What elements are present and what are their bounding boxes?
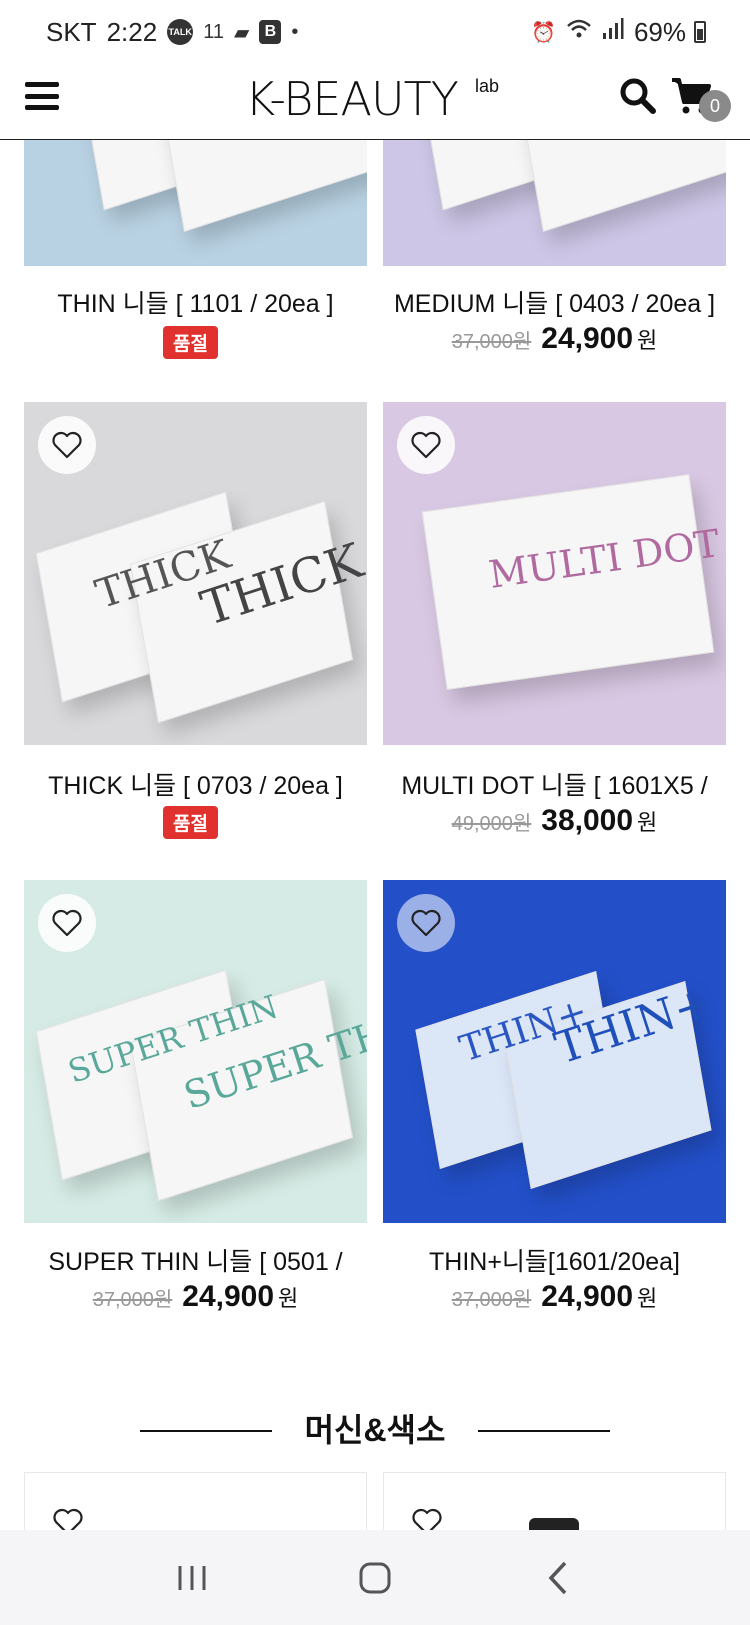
currency-unit: 원 — [637, 1286, 658, 1311]
original-price: 37,000원 — [451, 1289, 532, 1311]
search-icon[interactable] — [618, 76, 658, 116]
system-nav-bar — [0, 1530, 750, 1625]
carrier-label: SKT — [46, 16, 97, 47]
original-price: 49,000원 — [451, 813, 532, 835]
currency-unit: 원 — [637, 328, 658, 353]
wishlist-heart-icon[interactable] — [38, 416, 96, 474]
dot-icon: • — [291, 20, 299, 43]
product-image[interactable]: THICK THICK — [24, 402, 367, 745]
wishlist-heart-icon[interactable] — [398, 1493, 456, 1530]
product-image[interactable]: THIN+ THIN+ — [383, 880, 726, 1223]
product-image[interactable] — [383, 140, 726, 266]
sale-price: 24,900 — [541, 322, 634, 355]
wishlist-heart-icon[interactable] — [39, 1493, 97, 1530]
status-bar: SKT 2:22 TALK 11 ▰ B • ⏰ 69% — [0, 0, 750, 64]
site-logo[interactable]: K-BEAUTY — [245, 72, 459, 126]
battery-label: 69% — [633, 16, 686, 47]
product-name[interactable]: MULTI DOT 니들 [ 1601X5 / — [383, 766, 726, 802]
cart-count-badge: 0 — [699, 90, 731, 122]
wishlist-heart-icon[interactable] — [397, 894, 455, 952]
status-left: SKT 2:22 TALK 11 ▰ B • — [46, 17, 298, 48]
wishlist-heart-icon[interactable] — [38, 894, 96, 952]
wifi-icon — [566, 18, 592, 46]
site-header: K-BEAUTY lab 0 — [0, 64, 750, 140]
signal-icon — [602, 18, 624, 46]
price-row: 37,000원 24,900 원 — [383, 322, 726, 356]
price-row: 37,000원 24,900 원 — [24, 1280, 367, 1314]
product-name[interactable]: THIN 니들 [ 1101 / 20ea ] — [24, 284, 367, 320]
site-logo-sup: lab — [475, 76, 500, 96]
alarm-icon: ⏰ — [531, 21, 556, 44]
product-image[interactable] — [24, 140, 367, 266]
wallet-icon: ▰ — [233, 21, 250, 44]
home-icon[interactable] — [345, 1548, 405, 1608]
blog-icon: B — [259, 20, 282, 44]
original-price: 37,000원 — [451, 331, 532, 353]
sale-price: 38,000 — [541, 804, 634, 837]
status-right: ⏰ 69% — [531, 17, 706, 48]
kakaotalk-icon: TALK — [167, 19, 194, 45]
eleven-street-icon: 11 — [203, 20, 224, 43]
product-name[interactable]: THIN+니들[1601/20ea] — [383, 1242, 726, 1278]
price-row: 37,000원 24,900 원 — [383, 1280, 726, 1314]
menu-icon[interactable] — [25, 82, 59, 110]
currency-unit: 원 — [637, 810, 658, 835]
product-name[interactable]: SUPER THIN 니들 [ 0501 / — [24, 1242, 367, 1278]
back-icon[interactable] — [528, 1548, 588, 1608]
product-card[interactable] — [24, 1472, 367, 1530]
soldout-badge: 품절 — [163, 806, 218, 839]
price-row: 49,000원 38,000 원 — [383, 804, 726, 838]
currency-unit: 원 — [278, 1286, 299, 1311]
battery-indicator: 69% — [634, 17, 706, 48]
sale-price: 24,900 — [541, 1280, 634, 1313]
soldout-badge: 품절 — [163, 326, 218, 359]
recent-apps-icon[interactable] — [162, 1548, 222, 1608]
product-image[interactable] — [529, 1518, 579, 1530]
section-title: 머신&색소 — [304, 1412, 446, 1448]
section-divider-right — [478, 1430, 610, 1432]
time-label: 2:22 — [106, 16, 158, 47]
product-image[interactable]: SUPER THIN SUPER THIN — [24, 880, 367, 1223]
sale-price: 24,900 — [182, 1280, 275, 1313]
wishlist-heart-icon[interactable] — [397, 416, 455, 474]
product-name[interactable]: MEDIUM 니들 [ 0403 / 20ea ] — [383, 284, 726, 320]
product-card[interactable] — [383, 1472, 726, 1530]
product-image[interactable]: MULTI DOT — [383, 402, 726, 745]
battery-icon — [694, 21, 706, 43]
original-price: 37,000원 — [92, 1289, 173, 1311]
product-name[interactable]: THICK 니들 [ 0703 / 20ea ] — [24, 766, 367, 802]
